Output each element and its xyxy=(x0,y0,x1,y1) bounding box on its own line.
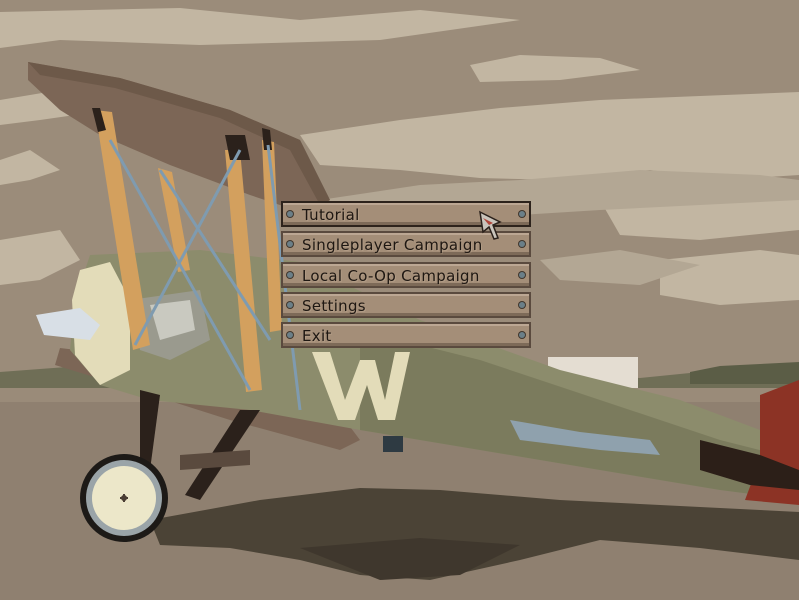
rivet-icon xyxy=(519,332,525,339)
menu-item-label: Tutorial xyxy=(302,206,360,224)
menu-item-local-coop-campaign[interactable]: Local Co-Op Campaign xyxy=(281,261,531,288)
rivet-icon xyxy=(519,301,525,308)
rivet-icon xyxy=(287,271,293,278)
menu-item-label: Exit xyxy=(302,327,332,346)
rivet-icon xyxy=(287,332,293,339)
arrow-cursor-icon xyxy=(479,210,502,240)
rivet-icon xyxy=(287,301,293,308)
menu-item-label: Local Co-Op Campaign xyxy=(302,266,480,285)
menu-item-label: Settings xyxy=(302,296,366,315)
rivet-icon xyxy=(287,211,293,217)
rivet-icon xyxy=(519,211,525,217)
menu-item-label: Singleplayer Campaign xyxy=(302,236,483,255)
menu-item-exit[interactable]: Exit xyxy=(281,322,531,349)
rivet-icon xyxy=(287,241,293,248)
rivet-icon xyxy=(519,241,525,248)
rivet-icon xyxy=(519,271,525,278)
menu-item-settings[interactable]: Settings xyxy=(281,291,531,318)
wheel xyxy=(80,454,168,542)
